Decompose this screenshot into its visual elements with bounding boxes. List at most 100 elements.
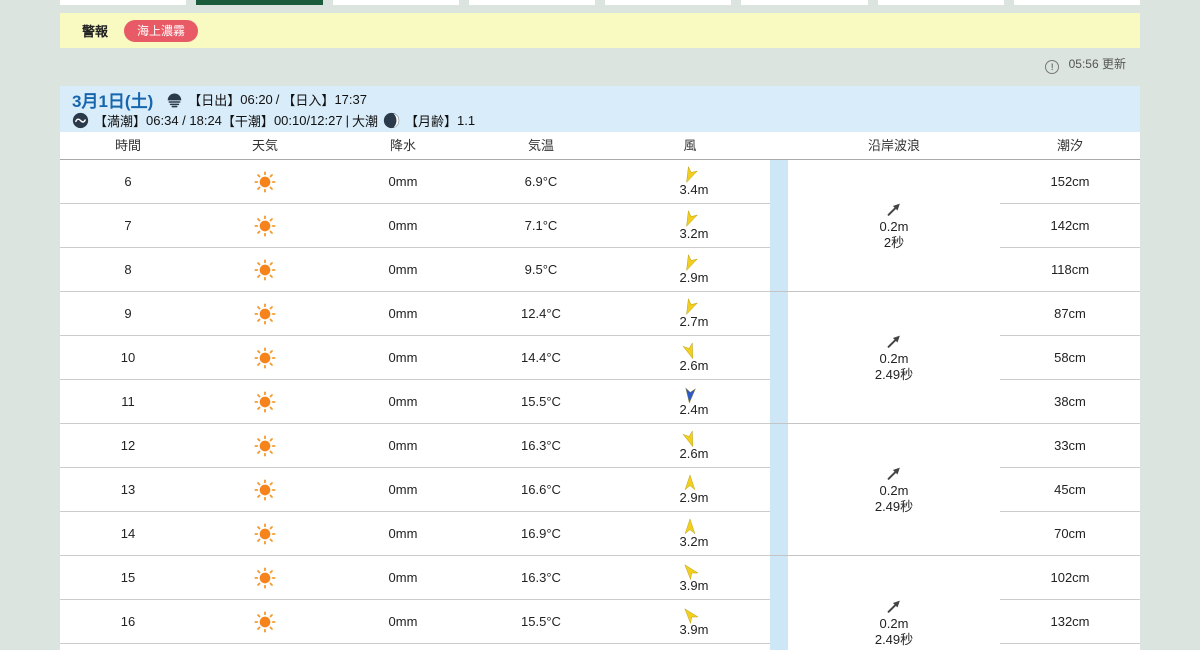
top-tab[interactable] — [605, 0, 732, 5]
temp-cell: 6.9°C — [524, 174, 558, 189]
precip-cell: 0mm — [388, 262, 418, 277]
arrow-up-right-icon — [887, 203, 900, 216]
sunrise-value: 06:20 — [240, 92, 273, 107]
time-cell: 9 — [124, 306, 132, 321]
weather-cell — [196, 204, 334, 247]
tide-cell: 102cm — [1000, 556, 1140, 600]
sunset-label: 【日入】 — [282, 93, 335, 108]
top-tab-strip — [60, 0, 1140, 5]
sunny-icon — [254, 434, 276, 457]
precip-cell: 0mm — [388, 218, 418, 233]
table-body-left: 6 0mm 6.9°C 3.4m 7 0mm 7.1°C 3.2m 8 0mm 9.5°C… — [60, 160, 770, 644]
sunny-icon — [254, 214, 276, 237]
update-info: ! 05:56 更新 — [0, 55, 1126, 74]
wind-speed: 3.9m — [679, 622, 709, 637]
tide-cell: 38cm — [1000, 380, 1140, 424]
low-tide-value: 00:10/12:27 — [273, 113, 343, 128]
column-header: 潮汐 — [1056, 138, 1084, 153]
weather-cell — [196, 160, 334, 203]
time-cell: 12 — [120, 438, 136, 453]
top-tab[interactable] — [468, 0, 595, 5]
sunny-icon — [254, 390, 276, 413]
wind-speed: 2.4m — [679, 402, 709, 417]
moon-phase-icon — [383, 112, 400, 129]
column-header: 時間 — [114, 138, 142, 153]
time-cell: 8 — [124, 262, 132, 277]
table-row: 13 0mm 16.6°C 2.9m — [60, 468, 770, 512]
info-icon: ! — [1045, 60, 1060, 74]
precip-cell: 0mm — [388, 306, 418, 321]
column-header: 気温 — [527, 138, 555, 153]
temp-cell: 12.4°C — [521, 306, 561, 321]
high-tide-value: 06:34 / 18:24 — [146, 113, 222, 128]
tide-cell: 70cm — [1000, 512, 1140, 556]
wave-group-cell: 0.2m 2.49秒 — [770, 292, 1000, 424]
precip-cell: 0mm — [388, 526, 418, 541]
table-header-row: 時間 天気 降水 気温 風 沿岸波浪 潮汐 — [60, 132, 1140, 160]
temp-cell: 16.3°C — [521, 438, 561, 453]
top-tab-active[interactable] — [196, 0, 323, 5]
table-row: 8 0mm 9.5°C 2.9m — [60, 248, 770, 292]
tide-divider: | — [345, 113, 350, 128]
temp-cell: 15.5°C — [521, 394, 561, 409]
wind-cell: 2.6m — [610, 424, 770, 467]
update-label: 更新 — [1101, 57, 1126, 71]
top-tab[interactable] — [1013, 0, 1140, 5]
top-tab[interactable] — [60, 0, 187, 5]
sunrise-icon — [166, 91, 183, 108]
tide-cell: 45cm — [1000, 468, 1140, 512]
table-row: 9 0mm 12.4°C 2.7m — [60, 292, 770, 336]
alert-badge-marine-fog[interactable]: 海上濃霧 — [124, 19, 199, 42]
table-row: 10 0mm 14.4°C 2.6m — [60, 336, 770, 380]
precip-cell: 0mm — [388, 614, 418, 629]
day-header: 3月1日(土) 【日出】 06:20 / 【日入】 17:37 【満潮】 06:… — [60, 86, 1140, 132]
wind-cell: 3.9m — [610, 556, 770, 599]
wave-height: 0.2m — [879, 615, 909, 631]
wind-cell: 2.7m — [610, 292, 770, 335]
top-tab[interactable] — [741, 0, 868, 5]
low-tide-label: 【干潮】 — [221, 114, 274, 129]
wind-cell: 2.9m — [610, 468, 770, 511]
column-header: 風 — [683, 138, 697, 153]
wind-cell: 3.9m — [610, 600, 770, 643]
column-header: 降水 — [389, 138, 417, 153]
temp-cell: 16.3°C — [521, 570, 561, 585]
moon-age-value: 1.1 — [457, 113, 476, 128]
table-row: 16 0mm 15.5°C 3.9m — [60, 600, 770, 644]
top-tab[interactable] — [877, 0, 1004, 5]
weather-cell — [196, 248, 334, 291]
weather-cell — [196, 600, 334, 643]
wind-speed: 2.9m — [679, 270, 709, 285]
arrow-up-right-icon — [887, 600, 900, 613]
sunny-icon — [254, 566, 276, 589]
wind-cell: 2.6m — [610, 336, 770, 379]
top-tab[interactable] — [332, 0, 459, 5]
tide-cell: 118cm — [1000, 248, 1140, 292]
day-header-line-1: 3月1日(土) 【日出】 06:20 / 【日入】 17:37 — [72, 89, 1140, 111]
wave-group-cell: 0.2m 2.49秒 — [770, 556, 1000, 650]
weather-cell — [196, 380, 334, 423]
precip-cell: 0mm — [388, 482, 418, 497]
table-row: 12 0mm 16.3°C 2.6m — [60, 424, 770, 468]
precip-cell: 0mm — [388, 350, 418, 365]
wind-speed: 2.7m — [679, 314, 709, 329]
sunny-icon — [254, 170, 276, 193]
moon-age-label: 【月齢】 — [405, 114, 458, 129]
wave-period: 2.49秒 — [874, 367, 914, 382]
time-cell: 16 — [120, 614, 136, 629]
temp-cell: 16.6°C — [521, 482, 561, 497]
sunny-icon — [254, 522, 276, 545]
time-cell: 15 — [120, 570, 136, 585]
tide-cell: 132cm — [1000, 600, 1140, 644]
wind-cell: 3.4m — [610, 160, 770, 203]
wind-speed: 2.6m — [679, 358, 709, 373]
temp-cell: 9.5°C — [524, 262, 558, 277]
table-row: 11 0mm 15.5°C 2.4m — [60, 380, 770, 424]
precip-cell: 0mm — [388, 438, 418, 453]
alert-label: 警報 — [82, 24, 109, 39]
tide-cell: 33cm — [1000, 424, 1140, 468]
precip-cell: 0mm — [388, 570, 418, 585]
wind-speed: 3.9m — [679, 578, 709, 593]
forecast-table: 時間 天気 降水 気温 風 沿岸波浪 潮汐 6 0mm 6.9°C 3.4m 7 0mm 7.1°… — [60, 132, 1140, 650]
wave-period: 2.49秒 — [874, 499, 914, 514]
